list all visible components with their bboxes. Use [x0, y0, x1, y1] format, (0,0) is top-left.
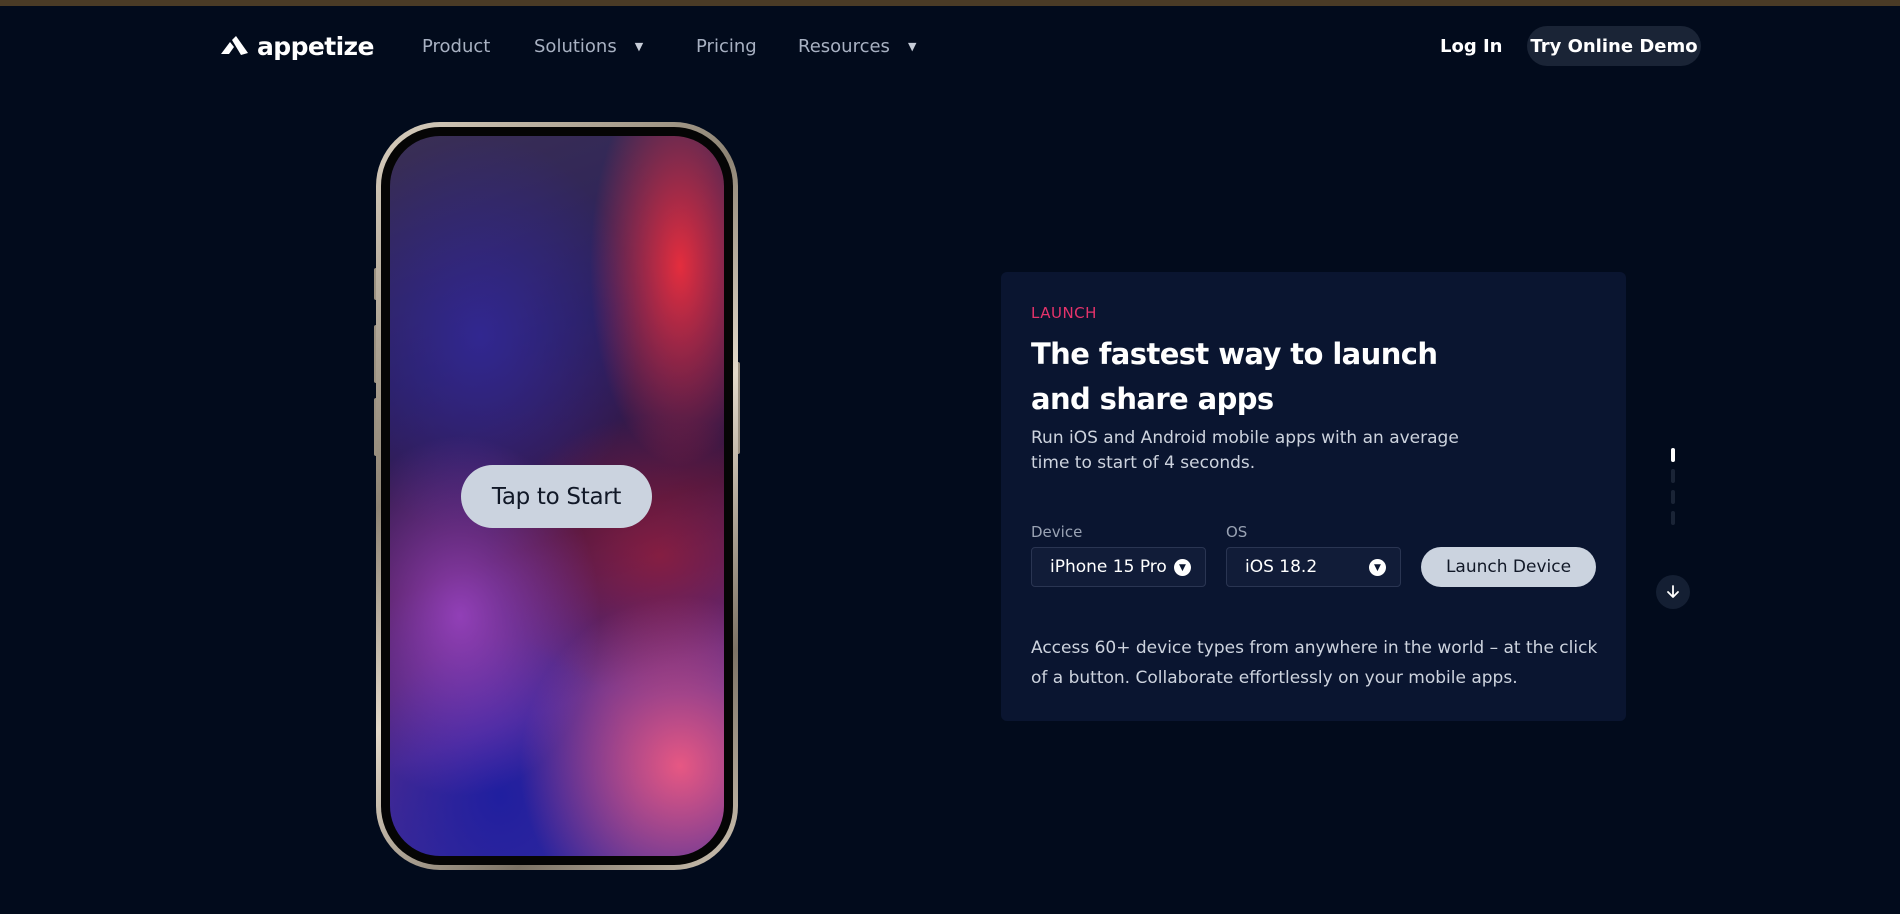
login-link[interactable]: Log In [1440, 36, 1503, 57]
top-navigation: appetize Product Solutions ▼ Pricing Res… [0, 6, 1900, 86]
logo[interactable]: appetize [219, 32, 374, 61]
caret-down-icon: ▼ [634, 40, 644, 53]
logo-text: appetize [257, 32, 374, 61]
scroll-indicator-dot[interactable] [1671, 469, 1675, 483]
page-title: The fastest way to launch and share apps [1031, 337, 1438, 416]
description: Access 60+ device types from anywhere in… [1031, 638, 1598, 688]
nav-solutions[interactable]: Solutions ▼ [534, 36, 643, 57]
section-eyebrow: LAUNCH [1031, 304, 1097, 322]
nav-pricing-label: Pricing [696, 36, 757, 57]
nav-resources[interactable]: Resources ▼ [798, 36, 916, 57]
scroll-indicator-dot-active[interactable] [1671, 448, 1675, 462]
subtitle: Run iOS and Android mobile apps with an … [1031, 428, 1459, 473]
nav-product-label: Product [422, 36, 491, 57]
tap-to-start-button[interactable]: Tap to Start [461, 465, 652, 528]
scroll-indicator-dot[interactable] [1671, 490, 1675, 504]
chevron-circle-down-icon: ▼ [1369, 559, 1386, 576]
scroll-indicator [1671, 448, 1675, 532]
nav-product[interactable]: Product [422, 36, 490, 57]
device-select[interactable]: iPhone 15 Pro ▼ [1031, 547, 1206, 587]
os-select-value: iOS 18.2 [1245, 557, 1318, 577]
launch-card: LAUNCH The fastest way to launch and sha… [1001, 272, 1626, 721]
nav-solutions-label: Solutions [534, 36, 617, 57]
scroll-down-button[interactable] [1656, 575, 1690, 609]
try-online-demo-button[interactable]: Try Online Demo [1527, 26, 1701, 66]
device-select-value: iPhone 15 Pro [1050, 557, 1167, 577]
chevron-circle-down-icon: ▼ [1174, 559, 1191, 576]
caret-down-icon: ▼ [907, 40, 917, 53]
arrow-down-icon [1667, 585, 1679, 598]
os-label: OS [1226, 523, 1248, 541]
appetize-logo-icon [221, 35, 248, 55]
nav-resources-label: Resources [798, 36, 890, 57]
scroll-indicator-dot[interactable] [1671, 511, 1675, 525]
os-select[interactable]: iOS 18.2 ▼ [1226, 547, 1401, 587]
nav-pricing[interactable]: Pricing [696, 36, 757, 57]
launch-device-button[interactable]: Launch Device [1421, 547, 1596, 587]
device-label: Device [1031, 523, 1083, 541]
